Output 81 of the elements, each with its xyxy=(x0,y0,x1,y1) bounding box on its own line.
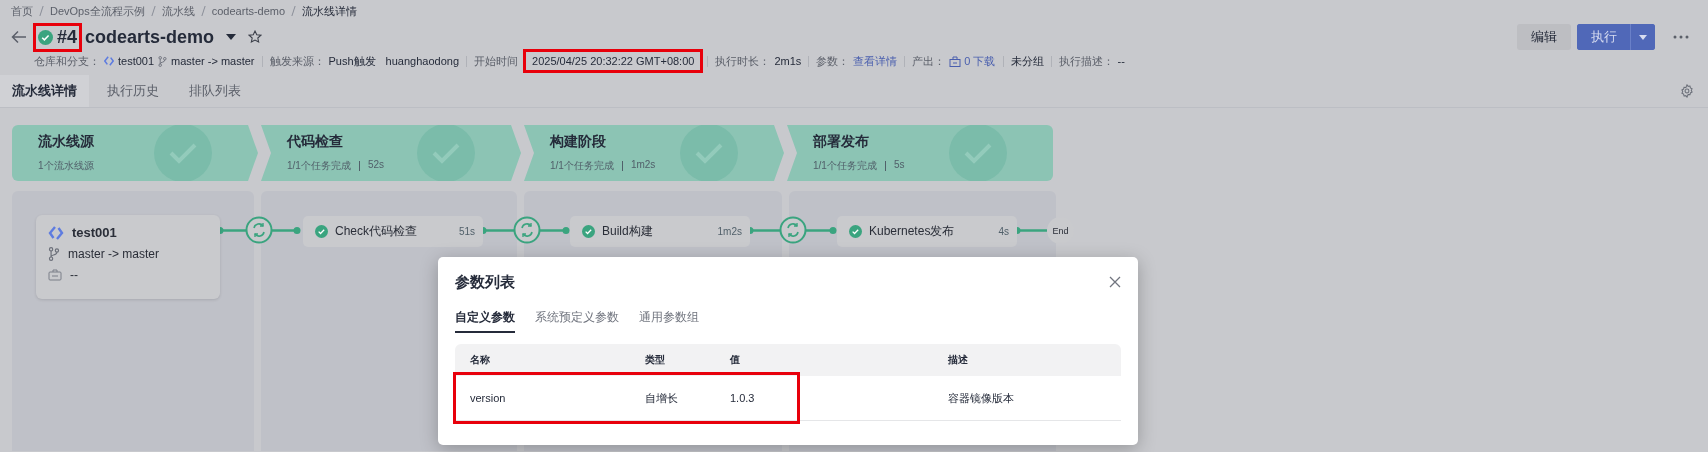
stage-title: 流水线源 xyxy=(38,133,95,151)
meta-value: Push触发 xyxy=(328,53,376,69)
meta-label: 产出： xyxy=(912,53,946,69)
tag-value: -- xyxy=(70,268,78,282)
repo-name: test001 xyxy=(72,225,117,240)
breadcrumb-link[interactable]: 首页 xyxy=(11,3,33,19)
branch-name: master -> master xyxy=(171,55,255,67)
stage-summary: 1/1个任务完成 xyxy=(287,159,351,173)
branch-name: master -> master xyxy=(68,247,160,261)
download-link[interactable]: 0 下载 xyxy=(964,53,996,69)
job-duration: 1m2s xyxy=(717,226,742,237)
stage-duration: 52s xyxy=(367,159,385,172)
tab[interactable]: 系统预定义参数 xyxy=(535,309,619,333)
job-duration: 51s xyxy=(458,226,475,237)
meta-value: -- xyxy=(1117,55,1125,67)
close-icon[interactable] xyxy=(1109,276,1121,288)
column-header: 值 xyxy=(730,353,741,367)
package-icon xyxy=(949,55,962,67)
table-cell-text: version xyxy=(469,392,507,404)
repo-name: test001 xyxy=(118,55,155,67)
table-cell-text: 1.0.3 xyxy=(730,392,756,404)
breadcrumb-link[interactable]: codearts-demo xyxy=(211,5,286,17)
dialog-title: 参数列表 xyxy=(455,272,515,292)
tab[interactable]: 排队列表 xyxy=(177,75,253,107)
tab[interactable]: 流水线详情 xyxy=(0,75,89,107)
edit-button[interactable]: 编辑 xyxy=(1517,24,1571,50)
briefcase-icon xyxy=(48,269,62,281)
meta-label: 参数： xyxy=(816,53,850,69)
table-cell-text: 自增长 xyxy=(645,390,679,406)
caret-icon xyxy=(1639,34,1647,40)
job-duration: 4s xyxy=(998,226,1009,237)
job-name: Build构建 xyxy=(602,223,654,240)
sync-icon[interactable] xyxy=(513,216,541,244)
breadcrumb-link[interactable]: 流水线 xyxy=(161,3,195,19)
stage-duration: 5s xyxy=(893,159,905,172)
pipeline-title: codearts-demo xyxy=(85,26,215,48)
meta-label: 执行时长： xyxy=(715,53,771,69)
stage-summary: 1个流水线源 xyxy=(38,159,94,173)
stage-summary: 1/1个任务完成 xyxy=(550,159,614,173)
job-name: Check代码检查 xyxy=(335,223,418,240)
source-card[interactable]: test001 master -> master -- xyxy=(36,215,220,299)
meta-value: 2m1s xyxy=(774,55,802,67)
meta-label: 开始时间 xyxy=(474,53,519,69)
table-cell: 容器镜像版本 xyxy=(948,390,1014,406)
breadcrumb-link[interactable]: DevOps全流程示例 xyxy=(50,3,145,19)
branch-icon xyxy=(48,247,60,261)
caret-icon[interactable] xyxy=(226,34,237,40)
column-header: 类型 xyxy=(645,353,666,367)
repo-icon xyxy=(48,225,64,240)
job-card[interactable]: Check代码检查 51s xyxy=(303,216,483,247)
sync-icon[interactable] xyxy=(245,216,273,244)
settings-icon[interactable] xyxy=(1680,84,1694,98)
tab[interactable]: 通用参数组 xyxy=(639,309,699,333)
job-name: Kubernetes发布 xyxy=(869,223,956,240)
meta-label: 仓库和分支： xyxy=(34,53,100,69)
highlighted-value: 2025/04/25 20:32:22 GMT+08:00 xyxy=(526,52,701,70)
stage-title: 部署发布 xyxy=(813,133,870,151)
job-card[interactable]: Kubernetes发布 4s xyxy=(837,216,1017,247)
group-label: 未分组 xyxy=(1010,53,1044,69)
sync-icon[interactable] xyxy=(779,216,807,244)
back-arrow-icon[interactable] xyxy=(11,30,27,44)
tab[interactable]: 执行历史 xyxy=(95,75,171,107)
run-number: #4 xyxy=(57,26,78,48)
tab[interactable]: 自定义参数 xyxy=(455,309,515,333)
column-header: 描述 xyxy=(948,353,968,367)
meta-value: huanghaodong xyxy=(385,55,460,67)
run-button[interactable]: 执行 xyxy=(1577,24,1631,50)
repo-icon xyxy=(104,56,114,66)
stage-summary: 1/1个任务完成 xyxy=(813,159,877,173)
job-card[interactable]: Build构建 1m2s xyxy=(570,216,750,247)
meta-label: 执行描述： xyxy=(1058,53,1114,69)
more-icon[interactable] xyxy=(1673,35,1689,39)
stage-title: 构建阶段 xyxy=(550,133,607,151)
branch-icon xyxy=(158,55,168,67)
column-header: 名称 xyxy=(469,353,491,367)
breadcrumb-current: 流水线详情 xyxy=(302,3,358,19)
stage-title: 代码检查 xyxy=(287,133,344,151)
star-icon[interactable] xyxy=(248,30,263,44)
details-link[interactable]: 查看详情 xyxy=(853,53,898,69)
stage-duration: 1m2s xyxy=(630,159,656,172)
meta-label: 触发来源： xyxy=(269,53,325,69)
